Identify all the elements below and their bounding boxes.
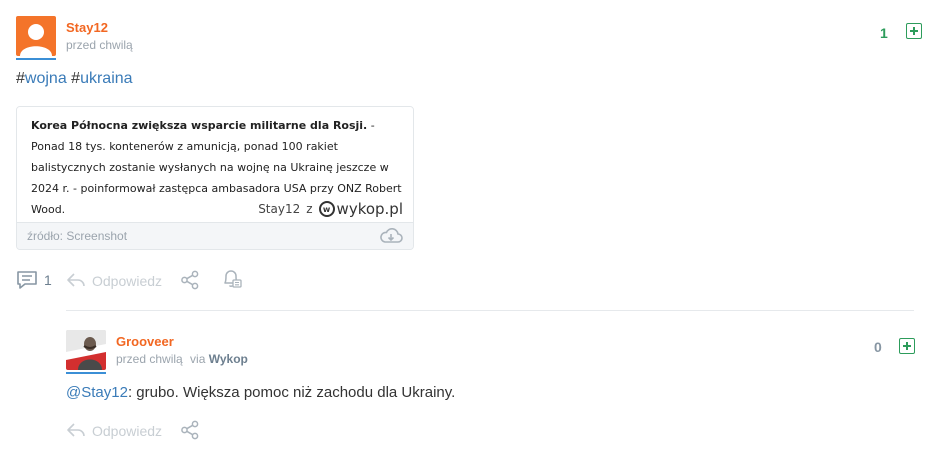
embed-card[interactable]: Korea Północna zwiększa wsparcie militar…: [16, 106, 414, 250]
comment-vote-count: 0: [874, 339, 882, 355]
tag-ukraina[interactable]: ukraina: [80, 70, 132, 87]
comment-author[interactable]: Grooveer: [116, 334, 174, 349]
comment-meta: przed chwilą via Wykop: [116, 352, 248, 366]
embed-source: źródło: Screenshot: [27, 229, 128, 243]
post-author[interactable]: Stay12: [66, 20, 108, 35]
wykop-logo-icon: w: [318, 201, 335, 217]
comments-count[interactable]: 1: [44, 272, 52, 288]
post-vote-count: 1: [880, 25, 888, 41]
embed-screenshot[interactable]: Korea Północna zwiększa wsparcie militar…: [17, 107, 413, 224]
default-user-icon: [20, 24, 52, 56]
post-reply-button[interactable]: Odpowiedz: [92, 273, 162, 289]
post-upvote-button[interactable]: [906, 23, 922, 39]
cloud-download-icon[interactable]: [379, 228, 403, 244]
post-avatar[interactable]: [16, 16, 56, 60]
comment-upvote-button[interactable]: [899, 338, 915, 354]
reply-icon[interactable]: [66, 272, 86, 288]
user-photo-icon: [66, 330, 106, 370]
comment-share-icon[interactable]: [180, 420, 200, 440]
embed-signature: Stay12 z w wykop.pl: [258, 200, 403, 218]
comment-reply-button[interactable]: Odpowiedz: [92, 423, 162, 439]
comment-text: @Stay12: grubo. Większa pomoc niż zachod…: [66, 384, 456, 401]
comments-icon[interactable]: [16, 270, 38, 290]
comment-avatar[interactable]: [66, 330, 106, 374]
tag-wojna[interactable]: wojna: [25, 70, 67, 87]
share-icon[interactable]: [180, 270, 200, 290]
post-tags: #wojna #ukraina: [16, 70, 133, 87]
comment-via-app[interactable]: Wykop: [209, 352, 248, 366]
post-time[interactable]: przed chwilą: [66, 38, 133, 52]
comment-divider: [66, 310, 914, 311]
comment-time[interactable]: przed chwilą: [116, 352, 183, 366]
comment-reply-icon[interactable]: [66, 422, 86, 438]
comment-mention[interactable]: @Stay12: [66, 384, 128, 401]
embed-footer: źródło: Screenshot: [17, 222, 413, 249]
embed-headline: Korea Północna zwiększa wsparcie militar…: [31, 119, 368, 132]
notification-bell-icon[interactable]: [221, 268, 243, 290]
